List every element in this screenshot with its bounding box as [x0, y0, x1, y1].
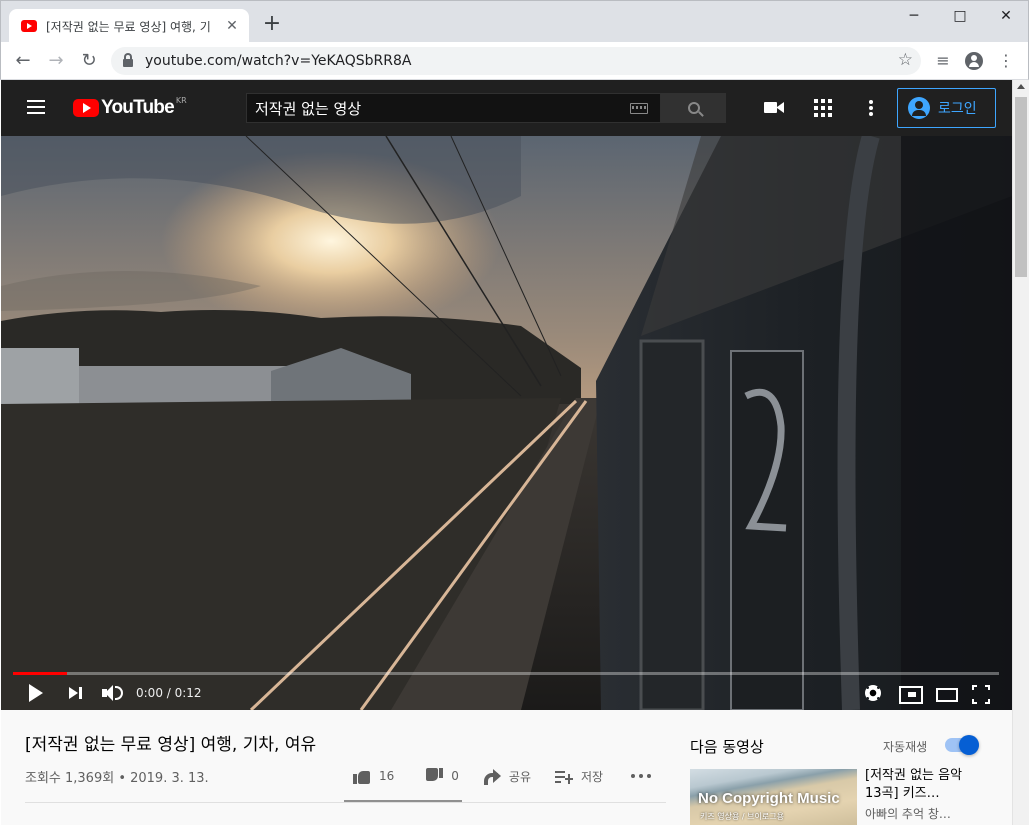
- close-window-button[interactable]: ✕: [983, 1, 1029, 31]
- forward-icon[interactable]: →: [43, 48, 69, 74]
- video-title: [저작권 없는 무료 영상] 여행, 기차, 여유: [25, 735, 317, 755]
- next-video-icon[interactable]: [69, 682, 85, 704]
- theater-mode-icon[interactable]: [936, 682, 958, 704]
- back-icon[interactable]: ←: [10, 48, 36, 74]
- divider: [25, 802, 666, 803]
- browser-tab-strip: [저작권 없는 무료 영상] 여행, 기 ✕ + ─ □ ✕: [0, 0, 1029, 43]
- create-video-icon[interactable]: [763, 96, 787, 120]
- dislike-count: 0: [451, 769, 459, 783]
- media-control-icon[interactable]: ≡: [932, 50, 954, 72]
- close-tab-icon[interactable]: ✕: [223, 17, 241, 35]
- search-input[interactable]: 저작권 없는 영상: [246, 93, 661, 123]
- share-label: 공유: [508, 769, 532, 784]
- browser-tab[interactable]: [저작권 없는 무료 영상] 여행, 기 ✕: [9, 9, 249, 43]
- autoplay-label: 자동재생: [883, 740, 928, 754]
- play-icon[interactable]: [29, 682, 45, 704]
- time-display: 0:00 / 0:12: [136, 686, 202, 700]
- like-button[interactable]: 16: [353, 765, 394, 787]
- new-tab-button[interactable]: +: [261, 13, 283, 35]
- logo-text: YouTube: [101, 97, 175, 118]
- toggle-knob: [959, 735, 979, 755]
- scroll-up-arrow-icon[interactable]: [1017, 84, 1025, 89]
- lock-icon: [123, 53, 133, 67]
- playlist-add-icon: [555, 769, 574, 784]
- watch-info: [저작권 없는 무료 영상] 여행, 기차, 여유 조회수 1,369회 • 2…: [1, 710, 1012, 825]
- login-label: 로그인: [938, 101, 977, 117]
- keyboard-icon[interactable]: [630, 102, 648, 114]
- fullscreen-icon[interactable]: [972, 682, 990, 704]
- progress-fill: [13, 672, 68, 675]
- minimize-button[interactable]: ─: [891, 1, 937, 31]
- logo-region: KR: [175, 95, 187, 105]
- progress-bar[interactable]: [13, 672, 999, 675]
- gear-icon[interactable]: [864, 682, 882, 704]
- thumbnail-subtitle: 키즈 영상용 / 브이로그용: [700, 812, 784, 821]
- youtube-logo[interactable]: YouTube KR: [73, 95, 187, 119]
- maximize-button[interactable]: □: [937, 1, 983, 31]
- up-next-heading: 다음 동영상: [690, 738, 764, 756]
- more-horizontal-icon: [631, 774, 652, 778]
- address-bar[interactable]: youtube.com/watch?v=YeKAQSbRR8A ☆: [111, 47, 921, 75]
- video-frame: [1, 136, 1012, 710]
- thumbs-up-icon: [353, 768, 371, 784]
- save-label: 저장: [581, 769, 604, 784]
- profile-icon[interactable]: [963, 50, 985, 72]
- search-icon: [687, 102, 700, 114]
- more-actions-button[interactable]: [631, 765, 652, 787]
- save-button[interactable]: 저장: [555, 765, 603, 787]
- login-button[interactable]: 로그인: [897, 88, 996, 128]
- scrollbar-thumb[interactable]: [1015, 97, 1027, 277]
- youtube-play-logo-icon: [73, 99, 99, 117]
- dislike-button[interactable]: 0: [425, 765, 459, 787]
- reload-icon[interactable]: ↻: [76, 48, 102, 74]
- bookmark-star-icon[interactable]: ☆: [898, 50, 913, 70]
- account-icon: [908, 97, 930, 119]
- recommended-video-title[interactable]: [저작권 없는 음악 13곡] 키즈…: [865, 767, 975, 803]
- search-value[interactable]: 저작권 없는 영상: [255, 98, 630, 119]
- sentiment-bar: [344, 800, 462, 802]
- tab-title: [저작권 없는 무료 영상] 여행, 기: [46, 19, 211, 34]
- hamburger-menu-icon[interactable]: [27, 100, 45, 114]
- browser-menu-icon[interactable]: ⋮: [995, 50, 1017, 72]
- volume-icon[interactable]: [102, 682, 124, 704]
- like-count: 16: [379, 769, 395, 783]
- share-button[interactable]: 공유: [483, 765, 531, 787]
- settings-more-icon[interactable]: [859, 96, 883, 120]
- video-player[interactable]: 0:00 / 0:12: [1, 136, 1012, 710]
- page-scrollbar[interactable]: [1012, 80, 1029, 825]
- recommended-video-channel[interactable]: 아빠의 추억 창…: [865, 805, 951, 822]
- miniplayer-icon[interactable]: [899, 682, 923, 704]
- autoplay-toggle[interactable]: [945, 735, 979, 755]
- browser-toolbar: ← → ↻ youtube.com/watch?v=YeKAQSbRR8A ☆ …: [0, 42, 1029, 80]
- share-icon: [483, 769, 501, 785]
- thumbs-down-icon: [425, 768, 443, 784]
- apps-grid-icon[interactable]: [811, 96, 835, 120]
- url-text[interactable]: youtube.com/watch?v=YeKAQSbRR8A: [145, 53, 412, 69]
- recommended-video-thumbnail[interactable]: No Copyright Music 키즈 영상용 / 브이로그용: [690, 769, 857, 825]
- video-actions: 16 0 공유 저장: [344, 765, 652, 801]
- youtube-favicon-icon: [21, 20, 37, 32]
- search-button[interactable]: [661, 93, 726, 123]
- youtube-header: YouTube KR 저작권 없는 영상 로그인: [1, 80, 1012, 136]
- thumbnail-title: No Copyright Music: [698, 790, 840, 807]
- video-meta: 조회수 1,369회 • 2019. 3. 13.: [25, 771, 209, 786]
